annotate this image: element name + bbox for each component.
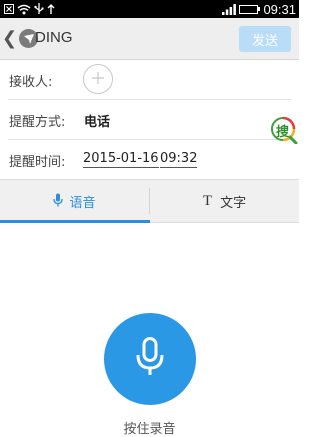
hold-to-record-label: 按住录音 xyxy=(123,422,176,437)
status-bar-right: 09:31 xyxy=(219,2,299,17)
send-button[interactable]: 发送 xyxy=(239,26,291,52)
wifi-icon xyxy=(17,4,31,15)
active-tab-indicator xyxy=(0,220,150,223)
reminder-time-row: 提醒时间: 2015-01-16 09:32 xyxy=(0,140,299,180)
microphone-icon xyxy=(135,337,165,381)
text-icon: T xyxy=(202,192,213,209)
signal-icon xyxy=(222,3,237,15)
time-field[interactable]: 09:32 xyxy=(160,151,198,168)
message-type-tabs: 语音 T 文字 xyxy=(0,179,299,223)
battery-icon xyxy=(239,4,261,14)
search-glyph: 搜 xyxy=(276,125,290,140)
page-title: DING xyxy=(35,29,73,46)
top-navigation-bar: ❮ DING 发送 xyxy=(0,18,299,60)
recipient-row: 接收人: xyxy=(0,60,299,100)
tab-voice[interactable]: 语音 xyxy=(0,180,150,223)
usb-icon xyxy=(34,3,44,15)
reminder-time-label: 提醒时间: xyxy=(9,154,66,170)
reminder-method-row[interactable]: 提醒方式: 电话 xyxy=(0,100,299,140)
back-button[interactable]: ❮ xyxy=(2,27,39,49)
tab-voice-label: 语音 xyxy=(69,195,96,211)
reminder-method-value[interactable]: 电话 xyxy=(84,111,110,130)
microphone-icon xyxy=(53,192,64,211)
tab-text[interactable]: T 文字 xyxy=(150,180,299,222)
recipient-label: 接收人: xyxy=(9,74,53,90)
data-up-icon xyxy=(47,3,55,15)
status-bar-left xyxy=(0,3,58,15)
close-box-icon xyxy=(4,4,14,14)
tab-text-label: 文字 xyxy=(220,195,247,211)
status-time: 09:31 xyxy=(263,1,296,17)
chevron-left-icon: ❮ xyxy=(2,27,18,49)
reminder-method-label: 提醒方式: xyxy=(9,114,66,130)
date-field[interactable]: 2015-01-16 xyxy=(83,151,159,168)
plus-icon xyxy=(91,70,105,89)
hold-to-record-button[interactable] xyxy=(104,313,196,405)
status-bar: 09:31 xyxy=(0,0,299,18)
add-recipient-button[interactable] xyxy=(83,64,113,94)
